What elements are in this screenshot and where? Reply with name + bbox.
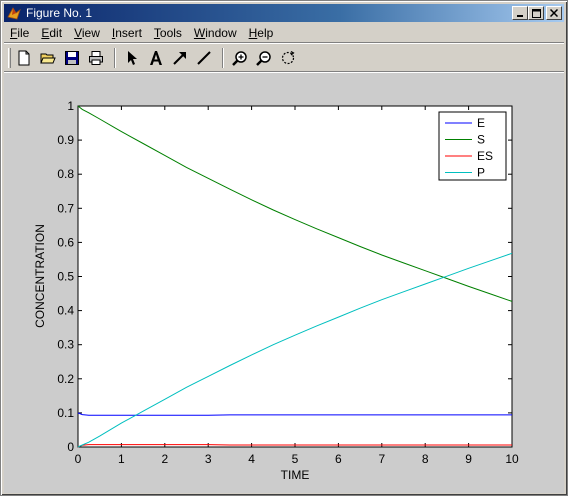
x-tick-label: 2 [161, 452, 168, 466]
menu-view-accel: V [74, 25, 82, 40]
menu-tools-rest: ools [159, 25, 182, 40]
x-tick-label: 10 [505, 452, 519, 466]
menu-help[interactable]: Help [243, 26, 280, 40]
maximize-button[interactable] [528, 6, 544, 20]
x-axis-label: TIME [281, 468, 310, 482]
maximize-icon [531, 8, 541, 18]
menu-edit-rest: dit [49, 25, 63, 40]
zoom-out-button[interactable] [253, 47, 275, 69]
y-tick-label: 0.3 [57, 338, 74, 352]
edit-plot-button[interactable] [121, 47, 143, 69]
window-title: Figure No. 1 [26, 6, 93, 20]
menu-separator [4, 42, 564, 44]
menu-file[interactable]: File [4, 26, 35, 40]
toolbar-separator [114, 48, 116, 68]
y-tick-label: 0.9 [57, 133, 74, 147]
figure-canvas: TIME CONCENTRATION 0 1 2 3 4 5 6 7 8 9 10 0 0.1 0.2 0.… [4, 73, 564, 493]
x-tick-label: 3 [205, 452, 212, 466]
menu-insert-rest: nsert [115, 25, 142, 40]
insert-arrow-icon [173, 52, 186, 65]
rotate-3d-button[interactable] [277, 47, 299, 69]
menu-window-accel: W [193, 25, 206, 40]
x-tick-label: 0 [75, 452, 82, 466]
x-tick-label: 5 [292, 452, 299, 466]
concentration-time-plot[interactable]: TIME CONCENTRATION 0 1 2 3 4 5 6 7 8 9 10 0 0.1 0.2 0.… [4, 73, 564, 493]
save-icon [65, 51, 79, 65]
y-axis-label: CONCENTRATION [33, 224, 47, 328]
menu-view-rest: iew [81, 25, 100, 40]
toolbar-grip[interactable] [8, 48, 11, 68]
select-arrow-icon [128, 51, 137, 65]
zoom-out-icon [256, 51, 271, 66]
x-tick-label: 8 [422, 452, 429, 466]
title-bar[interactable]: Figure No. 1 [4, 4, 564, 22]
minimize-icon [517, 15, 523, 17]
figure-toolbar [4, 45, 564, 71]
matlab-logo-icon [7, 7, 21, 20]
x-tick-label: 4 [248, 452, 255, 466]
legend-box[interactable] [438, 111, 507, 181]
y-tick-label: 0.1 [57, 406, 74, 420]
new-figure-button[interactable] [13, 47, 35, 69]
save-button[interactable] [61, 47, 83, 69]
insert-line-button[interactable] [193, 47, 215, 69]
open-folder-icon [40, 53, 56, 64]
insert-line-icon [197, 51, 211, 65]
legend-label-s: S [477, 133, 485, 147]
menu-view[interactable]: View [68, 26, 106, 40]
x-tick-label: 6 [335, 452, 342, 466]
legend-label-es: ES [477, 149, 493, 163]
y-tick-label: 0.4 [57, 304, 74, 318]
rotate-icon [281, 50, 295, 65]
y-tick-label: 0.8 [57, 167, 74, 181]
toolbar-separator-2 [222, 48, 224, 68]
menu-window[interactable]: Window [188, 26, 243, 40]
print-button[interactable] [85, 47, 107, 69]
y-tick-label: 0 [67, 440, 74, 454]
figure-window: Figure No. 1 File Edit View Insert Tools… [0, 0, 568, 496]
x-tick-label: 1 [118, 452, 125, 466]
menu-edit[interactable]: Edit [35, 26, 68, 40]
menu-window-rest: indow [205, 25, 237, 40]
y-tick-label: 0.5 [57, 270, 74, 284]
close-icon [550, 9, 558, 17]
menu-help-accel: H [248, 25, 258, 40]
insert-text-icon [150, 51, 162, 65]
zoom-in-icon [232, 51, 247, 66]
legend-label-e: E [477, 116, 485, 130]
legend-label-p: P [477, 166, 485, 180]
menu-file-rest: ile [17, 25, 30, 40]
menu-tools[interactable]: Tools [148, 26, 188, 40]
insert-arrow-button[interactable] [169, 47, 191, 69]
print-icon [89, 51, 103, 65]
minimize-button[interactable] [512, 6, 528, 20]
close-button[interactable] [546, 6, 562, 20]
y-tick-label: 0.2 [57, 372, 74, 386]
menu-insert[interactable]: Insert [106, 26, 148, 40]
y-tick-label: 1 [67, 99, 74, 113]
x-tick-label: 9 [465, 452, 472, 466]
y-tick-label: 0.7 [57, 201, 74, 215]
open-file-button[interactable] [37, 47, 59, 69]
x-tick-label: 7 [378, 452, 385, 466]
new-file-icon [18, 50, 30, 66]
y-tick-label: 0.6 [57, 235, 74, 249]
menu-help-rest: elp [257, 25, 274, 40]
zoom-in-button[interactable] [229, 47, 251, 69]
insert-text-button[interactable] [145, 47, 167, 69]
menu-bar: File Edit View Insert Tools Window Help [4, 23, 564, 42]
